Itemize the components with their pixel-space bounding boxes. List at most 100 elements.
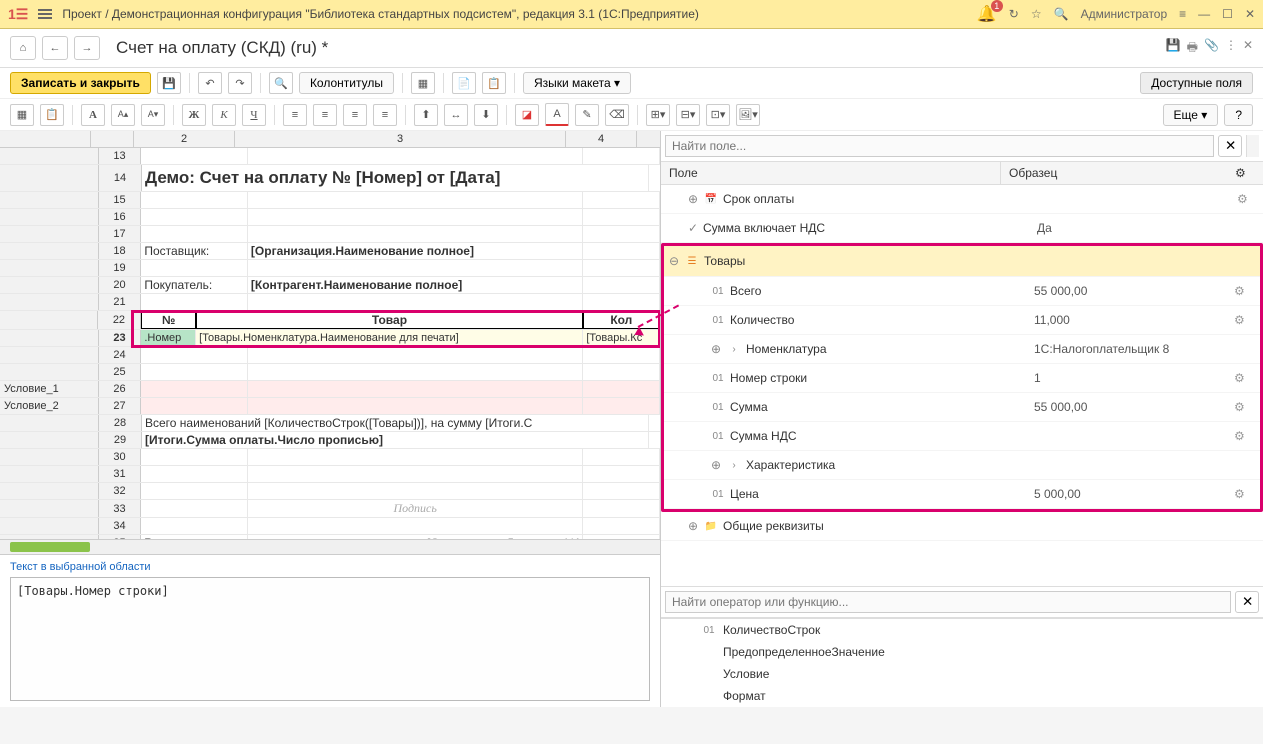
forward-button[interactable]: → [74,36,100,60]
valign-top[interactable]: ⬆ [414,104,438,126]
operator-list[interactable]: 01КоличествоСтрок ПредопределенноеЗначен… [661,618,1263,707]
col-4[interactable]: 4 [566,131,637,147]
tab-bar: ⌂ ← → Счет на оплату (СКД) (ru) * 💾 🖶 📎 … [0,29,1263,68]
save-icon[interactable]: 💾 [1166,38,1181,59]
attach-icon[interactable]: 📎 [1204,38,1219,59]
insert-button[interactable]: ⊡▾ [706,104,730,126]
main-menu-icon[interactable] [38,9,52,19]
logo-1c: 1☰ [8,6,28,23]
languages-button[interactable]: Языки макета ▾ [523,72,631,94]
font-size-down[interactable]: A▴ [111,104,135,126]
merge-button[interactable]: ⊟▾ [676,104,700,126]
bold-button[interactable]: Ж [182,104,206,126]
history-icon[interactable]: ↻ [1009,7,1019,21]
supplier-value[interactable]: [Организация.Наименование полное] [248,243,583,259]
image-button[interactable]: 🖼▾ [736,104,760,126]
tovary-group: ⊖☰Товары 01Всего55 000,00⚙ 01Количество1… [661,243,1263,512]
col-field[interactable]: Поле [661,162,1001,184]
italic-button[interactable]: К [212,104,236,126]
sheet-footer: Текст в выбранной области [Товары.Номер … [0,554,660,707]
operator-search-close[interactable]: ✕ [1235,591,1259,613]
settings-icon[interactable]: ≡ [1179,7,1186,21]
print-icon[interactable]: 🖶 [1187,38,1198,59]
clear-format[interactable]: ⌫ [605,104,629,126]
kolontituly-button[interactable]: Колонтитулы [299,72,394,94]
align-justify[interactable]: ≡ [373,104,397,126]
tab-title: Счет на оплату (СКД) (ru) * [116,38,1160,58]
save-button[interactable]: 💾 [157,72,181,94]
available-fields-button[interactable]: Доступные поля [1140,72,1253,94]
favorite-icon[interactable]: ☆ [1031,7,1042,21]
cells-btn[interactable]: ▦ [10,104,34,126]
doc-title[interactable]: Демо: Счет на оплату № [Номер] от [Дата] [142,165,649,191]
textcolor-button[interactable]: A [545,103,569,126]
col-number[interactable]: № [141,311,197,329]
back-button[interactable]: ← [42,36,68,60]
main-area: 2 3 4 13 14Демо: Счет на оплату № [Номер… [0,131,1263,707]
field-list-header: Поле Образец ⚙ [661,162,1263,185]
user-label[interactable]: Администратор [1081,7,1168,21]
align-left[interactable]: ≡ [283,104,307,126]
close-icon[interactable]: ✕ [1245,7,1255,21]
bgcolor-button[interactable]: ◪ [515,104,539,126]
footer-label: Текст в выбранной области [10,561,650,573]
hscrollbar[interactable] [0,539,660,554]
minimize-icon[interactable]: — [1198,7,1210,21]
more-icon[interactable]: ⋮ [1225,38,1237,59]
col-headers: 2 3 4 [0,131,660,148]
operator-search-input[interactable] [665,591,1231,613]
buyer-value[interactable]: [Контрагент.Наименование полное] [248,277,583,293]
field-search-input[interactable] [665,135,1214,157]
copy-button[interactable]: 📄 [452,72,476,94]
borders-button[interactable]: ⊞▾ [646,104,670,126]
cell-nomer[interactable]: .Номер [141,330,196,346]
highlight-button[interactable]: ✎ [575,104,599,126]
search-icon[interactable]: 🔍 [1054,7,1069,21]
col-tovar[interactable]: Товар [196,311,582,329]
copy-format[interactable]: 📋 [40,104,64,126]
field-list[interactable]: ⊕📅Срок оплаты⚙ ✓Сумма включает НДСДа ⊖☰Т… [661,185,1263,586]
valign-mid[interactable]: ↔ [444,104,468,126]
app-title: Проект / Демонстрационная конфигурация "… [62,7,967,21]
font-size-up[interactable]: A [81,104,105,126]
underline-button[interactable]: Ч [242,104,266,126]
save-close-button[interactable]: Записать и закрыть [10,72,151,94]
total-line[interactable]: Всего наименований [КоличествоСтрок([Тов… [142,415,649,431]
more-button[interactable]: Еще ▾ [1163,104,1219,126]
tool-a[interactable]: ▦ [411,72,435,94]
align-right[interactable]: ≡ [343,104,367,126]
tovary-label[interactable]: Товары [704,254,745,268]
sheet-pane: 2 3 4 13 14Демо: Счет на оплату № [Номер… [0,131,661,707]
redo-button[interactable]: ↷ [228,72,252,94]
row-label-cond1[interactable]: Условие_1 [0,381,99,397]
corner[interactable] [0,131,91,147]
home-icon[interactable]: ⌂ [10,36,36,60]
paste-button[interactable]: 📋 [482,72,506,94]
notification-icon[interactable]: 🔔1 [977,4,997,24]
align-center[interactable]: ≡ [313,104,337,126]
maximize-icon[interactable]: ☐ [1222,7,1233,21]
col-sample[interactable]: Образец [1001,162,1227,184]
fields-pane: ✕ Поле Образец ⚙ ⊕📅Срок оплаты⚙ ✓Сумма в… [661,131,1263,707]
cell-tovar[interactable]: [Товары.Номенклатура.Наименование для пе… [196,330,583,346]
row-label-cond2[interactable]: Условие_2 [0,398,99,414]
sum-words[interactable]: [Итоги.Сумма оплаты.Число прописью] [142,432,649,448]
help-button[interactable]: ? [1224,104,1253,126]
rownum-header[interactable] [91,131,134,147]
valign-bot[interactable]: ⬇ [474,104,498,126]
preview-button[interactable]: 🔍 [269,72,293,94]
col-2[interactable]: 2 [134,131,235,147]
toolbar-main: Записать и закрыть 💾 ↶ ↷ 🔍 Колонтитулы ▦… [0,68,1263,99]
undo-button[interactable]: ↶ [198,72,222,94]
field-search-close[interactable]: ✕ [1218,135,1242,157]
cell-kol[interactable]: [Товары.Кс [583,330,660,346]
font-size-small[interactable]: A▾ [141,104,165,126]
buyer-label[interactable]: Покупатель: [141,277,248,293]
col-3[interactable]: 3 [235,131,566,147]
close-tab-icon[interactable]: ✕ [1243,38,1253,59]
supplier-label[interactable]: Поставщик: [141,243,248,259]
formula-editor[interactable]: [Товары.Номер строки] [10,577,650,701]
signature-stamp: Подпись [248,500,583,517]
sheet-scroll[interactable]: 2 3 4 13 14Демо: Счет на оплату № [Номер… [0,131,660,539]
titlebar: 1☰ Проект / Демонстрационная конфигураци… [0,0,1263,29]
